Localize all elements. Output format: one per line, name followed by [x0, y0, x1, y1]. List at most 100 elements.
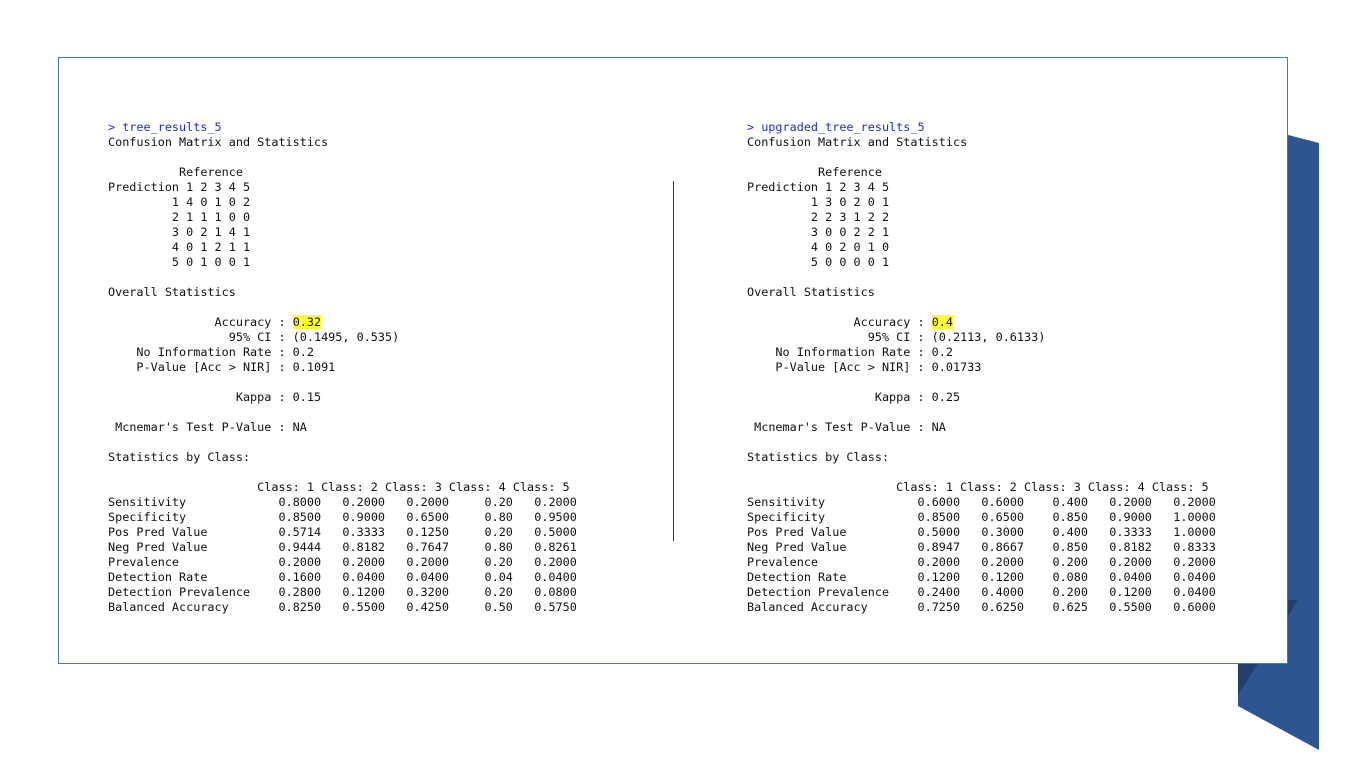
heading-text: Confusion Matrix and Statistics: [747, 135, 968, 149]
statistics-value: 0.2000: [981, 555, 1025, 569]
statistics-row-label: Detection Rate: [747, 570, 847, 584]
statistics-row-label: Balanced Accuracy: [747, 600, 868, 614]
statistics-row-label: Detection Rate: [108, 570, 208, 584]
statistics-value: 0.8333: [1173, 540, 1216, 554]
statistics-value: 0.6500: [406, 510, 449, 524]
statistics-value: 0.8182: [342, 540, 386, 554]
statistics-value: 0.2000: [406, 555, 449, 569]
confusion-matrix-values: 3 0 0 2 2 1: [810, 225, 890, 239]
kappa-text: Kappa : 0.25: [874, 390, 961, 404]
class-header: Class: 1 Class: 2 Class: 3 Class: 4 Clas…: [108, 480, 577, 495]
statistics-value: 0.9444: [278, 540, 322, 554]
confusion-matrix-row: 4 0 2 0 1 0: [747, 240, 1216, 255]
p-value-line: P-Value [Acc > NIR] : 0.01733: [747, 360, 1216, 375]
accuracy-value-highlight: 0.4: [931, 315, 953, 329]
class-header: Class: 1 Class: 2 Class: 3 Class: 4 Clas…: [747, 480, 1216, 495]
statistics-value: 0.200: [1052, 555, 1088, 569]
statistics-value: 0.2000: [406, 495, 449, 509]
confusion-matrix-values: 4 0 2 0 1 0: [810, 240, 890, 254]
statistics-value: 0.6250: [981, 600, 1025, 614]
statistics-value: 0.3200: [406, 585, 449, 599]
confusion-matrix-row: 5 0 0 0 0 1: [747, 255, 1216, 270]
statistics-value: 0.0400: [534, 570, 577, 584]
statistics-by-class-title: Statistics by Class:: [747, 450, 1216, 465]
command-text: > tree_results_5: [108, 120, 222, 134]
statistics-row: Detection Rate 0.1600 0.0400 0.0400 0.04…: [108, 570, 577, 585]
confidence-interval-text: 95% CI : (0.2113, 0.6133): [867, 330, 1046, 344]
statistics-value: 0.04: [484, 570, 513, 584]
reference-label: Reference: [108, 165, 577, 180]
statistics-value: 0.2000: [1173, 495, 1216, 509]
statistics-row-label: Sensitivity: [108, 495, 187, 509]
statistics-value: 0.5500: [342, 600, 386, 614]
statistics-value: 0.8667: [981, 540, 1025, 554]
statistics-value: 0.5500: [1109, 600, 1152, 614]
heading: Confusion Matrix and Statistics: [108, 135, 577, 150]
overall-statistics-text: Overall Statistics: [108, 285, 236, 299]
statistics-value: 0.9500: [534, 510, 577, 524]
statistics-row: Balanced Accuracy 0.7250 0.6250 0.625 0.…: [747, 600, 1216, 615]
statistics-value: 0.400: [1052, 495, 1088, 509]
statistics-value: 0.1250: [406, 525, 449, 539]
statistics-value: 0.2000: [534, 555, 577, 569]
statistics-row: Detection Rate 0.1200 0.1200 0.080 0.040…: [747, 570, 1216, 585]
statistics-value: 0.6500: [981, 510, 1025, 524]
heading: Confusion Matrix and Statistics: [747, 135, 1216, 150]
statistics-row: Sensitivity 0.8000 0.2000 0.2000 0.20 0.…: [108, 495, 577, 510]
confusion-matrix-row: 1 4 0 1 0 2: [108, 195, 577, 210]
accuracy-value-highlight: 0.32: [292, 315, 322, 329]
overall-statistics-title: Overall Statistics: [108, 285, 577, 300]
confusion-matrix-row: 2 2 3 1 2 2: [747, 210, 1216, 225]
statistics-value: 0.200: [1052, 585, 1088, 599]
statistics-value: 0.7250: [917, 600, 961, 614]
statistics-row: Prevalence 0.2000 0.2000 0.2000 0.20 0.2…: [108, 555, 577, 570]
statistics-value: 0.2400: [917, 585, 961, 599]
confusion-matrix-row: 3 0 0 2 2 1: [747, 225, 1216, 240]
statistics-value: 0.8182: [1109, 540, 1152, 554]
statistics-value: 0.2000: [917, 555, 961, 569]
confusion-matrix-values: 2 1 1 1 0 0: [171, 210, 251, 224]
reference-text: Reference: [179, 165, 243, 179]
mcnemar-line: Mcnemar's Test P-Value : NA: [108, 420, 577, 435]
statistics-value: 0.080: [1052, 570, 1088, 584]
statistics-value: 0.80: [484, 540, 513, 554]
statistics-row: Sensitivity 0.6000 0.6000 0.400 0.2000 0…: [747, 495, 1216, 510]
statistics-value: 0.2000: [342, 495, 386, 509]
confusion-matrix-values: 1 4 0 1 0 2: [171, 195, 251, 209]
statistics-value: 0.0400: [406, 570, 449, 584]
statistics-value: 0.6000: [981, 495, 1025, 509]
statistics-row-label: Neg Pred Value: [108, 540, 208, 554]
mcnemar-text: Mcnemar's Test P-Value : NA: [754, 420, 946, 434]
confusion-matrix-values: 5 0 1 0 0 1: [171, 255, 251, 269]
overall-statistics-text: Overall Statistics: [747, 285, 875, 299]
statistics-value: 0.1600: [278, 570, 322, 584]
statistics-value: 0.850: [1052, 510, 1088, 524]
accuracy-label: Accuracy :: [214, 315, 293, 329]
statistics-value: 0.1200: [342, 585, 386, 599]
statistics-value: 0.2000: [534, 495, 577, 509]
statistics-value: 1.0000: [1173, 525, 1216, 539]
statistics-value: 0.3333: [1109, 525, 1152, 539]
statistics-value: 0.8000: [278, 495, 322, 509]
statistics-value: 0.8500: [278, 510, 322, 524]
left-console-output: > tree_results_5 Confusion Matrix and Sta…: [108, 120, 577, 615]
statistics-value: 0.20: [484, 525, 513, 539]
accuracy-label: Accuracy :: [853, 315, 932, 329]
statistics-value: 0.5714: [278, 525, 322, 539]
statistics-value: 0.0400: [1173, 570, 1216, 584]
statistics-row: Balanced Accuracy 0.8250 0.5500 0.4250 0…: [108, 600, 577, 615]
statistics-value: 0.0400: [1173, 585, 1216, 599]
statistics-value: 0.3000: [981, 525, 1025, 539]
class-header-text: Class: 1 Class: 2 Class: 3 Class: 4 Clas…: [257, 480, 570, 494]
command-line: > tree_results_5: [108, 120, 577, 135]
confidence-interval-line: 95% CI : (0.1495, 0.535): [108, 330, 577, 345]
p-value-text: P-Value [Acc > NIR] : 0.1091: [136, 360, 336, 374]
statistics-value: 0.4000: [981, 585, 1025, 599]
statistics-value: 0.9000: [1109, 510, 1152, 524]
